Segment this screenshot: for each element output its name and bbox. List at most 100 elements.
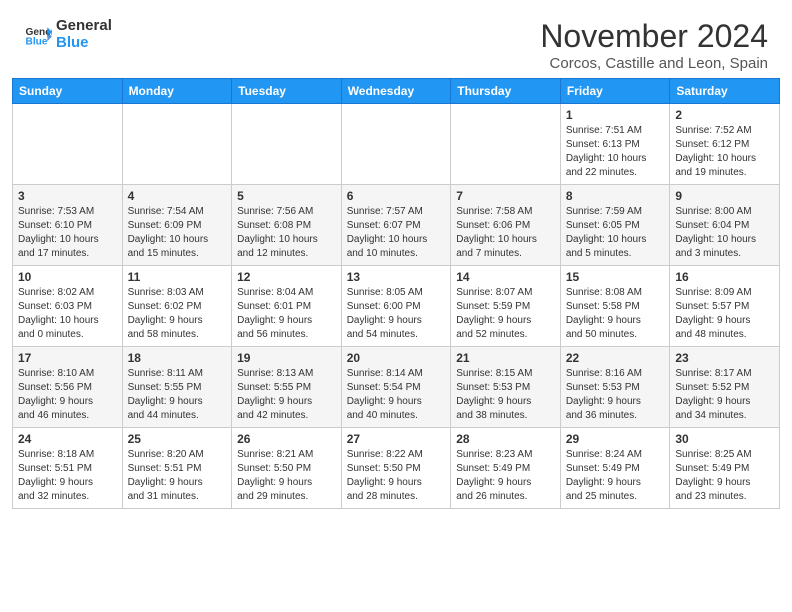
calendar-cell: 28 Sunrise: 8:23 AM Sunset: 5:49 PM Dayli… <box>451 428 561 509</box>
day-info: Sunrise: 8:16 AM Sunset: 5:53 PM Dayligh… <box>566 367 665 423</box>
day-info: Sunrise: 8:10 AM Sunset: 5:56 PM Dayligh… <box>18 367 117 423</box>
calendar-cell <box>341 104 451 185</box>
calendar-cell <box>13 104 123 185</box>
weekday-header-friday: Friday <box>560 79 670 104</box>
logo-icon: General Blue <box>24 21 52 49</box>
logo-general: General <box>56 18 112 35</box>
calendar-cell: 29 Sunrise: 8:24 AM Sunset: 5:49 PM Dayli… <box>560 428 670 509</box>
day-info: Sunrise: 8:13 AM Sunset: 5:55 PM Dayligh… <box>237 367 336 423</box>
day-number: 9 <box>675 189 774 203</box>
calendar-cell: 6 Sunrise: 7:57 AM Sunset: 6:07 PM Daylig… <box>341 185 451 266</box>
calendar-cell: 24Sunrise: 8:18 AM Sunset: 5:51 PM Dayli… <box>13 428 123 509</box>
day-number: 16 <box>675 270 774 284</box>
calendar-cell: 10 Sunrise: 8:02 AM Sunset: 6:03 PM Dayli… <box>13 266 123 347</box>
weekday-header-saturday: Saturday <box>670 79 780 104</box>
day-number: 25 <box>128 432 227 446</box>
day-number: 28 <box>456 432 555 446</box>
calendar-cell: 8 Sunrise: 7:59 AM Sunset: 6:05 PM Daylig… <box>560 185 670 266</box>
calendar-cell: 2Sunrise: 7:52 AM Sunset: 6:12 PM Daylig… <box>670 104 780 185</box>
calendar-cell: 25 Sunrise: 8:20 AM Sunset: 5:51 PM Dayli… <box>122 428 232 509</box>
day-info: Sunrise: 8:23 AM Sunset: 5:49 PM Dayligh… <box>456 448 555 504</box>
calendar-cell: 9 Sunrise: 8:00 AM Sunset: 6:04 PM Daylig… <box>670 185 780 266</box>
week-row-3: 10 Sunrise: 8:02 AM Sunset: 6:03 PM Dayli… <box>13 266 780 347</box>
calendar-cell: 22 Sunrise: 8:16 AM Sunset: 5:53 PM Dayli… <box>560 347 670 428</box>
day-number: 30 <box>675 432 774 446</box>
calendar-cell: 12 Sunrise: 8:04 AM Sunset: 6:01 PM Dayli… <box>232 266 342 347</box>
calendar-cell: 26 Sunrise: 8:21 AM Sunset: 5:50 PM Dayli… <box>232 428 342 509</box>
day-number: 13 <box>347 270 446 284</box>
day-info: Sunrise: 7:58 AM Sunset: 6:06 PM Dayligh… <box>456 205 555 261</box>
day-number: 14 <box>456 270 555 284</box>
day-info: Sunrise: 7:59 AM Sunset: 6:05 PM Dayligh… <box>566 205 665 261</box>
week-row-5: 24Sunrise: 8:18 AM Sunset: 5:51 PM Dayli… <box>13 428 780 509</box>
weekday-header-wednesday: Wednesday <box>341 79 451 104</box>
day-info: Sunrise: 8:02 AM Sunset: 6:03 PM Dayligh… <box>18 286 117 342</box>
week-row-4: 17 Sunrise: 8:10 AM Sunset: 5:56 PM Dayli… <box>13 347 780 428</box>
day-number: 29 <box>566 432 665 446</box>
weekday-header-tuesday: Tuesday <box>232 79 342 104</box>
title-block: November 2024 Corcos, Castille and Leon,… <box>540 18 768 72</box>
calendar-cell: 18Sunrise: 8:11 AM Sunset: 5:55 PM Dayli… <box>122 347 232 428</box>
day-info: Sunrise: 7:54 AM Sunset: 6:09 PM Dayligh… <box>128 205 227 261</box>
day-number: 5 <box>237 189 336 203</box>
calendar-cell: 30Sunrise: 8:25 AM Sunset: 5:49 PM Dayli… <box>670 428 780 509</box>
calendar-cell: 13 Sunrise: 8:05 AM Sunset: 6:00 PM Dayli… <box>341 266 451 347</box>
calendar-cell: 4 Sunrise: 7:54 AM Sunset: 6:09 PM Daylig… <box>122 185 232 266</box>
day-number: 26 <box>237 432 336 446</box>
day-info: Sunrise: 8:00 AM Sunset: 6:04 PM Dayligh… <box>675 205 774 261</box>
logo-blue: Blue <box>56 35 112 52</box>
day-info: Sunrise: 8:11 AM Sunset: 5:55 PM Dayligh… <box>128 367 227 423</box>
day-info: Sunrise: 8:22 AM Sunset: 5:50 PM Dayligh… <box>347 448 446 504</box>
day-info: Sunrise: 8:21 AM Sunset: 5:50 PM Dayligh… <box>237 448 336 504</box>
week-row-2: 3 Sunrise: 7:53 AM Sunset: 6:10 PM Daylig… <box>13 185 780 266</box>
day-info: Sunrise: 8:04 AM Sunset: 6:01 PM Dayligh… <box>237 286 336 342</box>
day-number: 1 <box>566 108 665 122</box>
calendar-cell: 21 Sunrise: 8:15 AM Sunset: 5:53 PM Dayli… <box>451 347 561 428</box>
day-number: 6 <box>347 189 446 203</box>
day-info: Sunrise: 8:24 AM Sunset: 5:49 PM Dayligh… <box>566 448 665 504</box>
day-number: 8 <box>566 189 665 203</box>
calendar-cell: 11Sunrise: 8:03 AM Sunset: 6:02 PM Dayli… <box>122 266 232 347</box>
day-info: Sunrise: 8:09 AM Sunset: 5:57 PM Dayligh… <box>675 286 774 342</box>
calendar-cell: 5 Sunrise: 7:56 AM Sunset: 6:08 PM Daylig… <box>232 185 342 266</box>
day-info: Sunrise: 8:05 AM Sunset: 6:00 PM Dayligh… <box>347 286 446 342</box>
weekday-header-sunday: Sunday <box>13 79 123 104</box>
day-info: Sunrise: 7:57 AM Sunset: 6:07 PM Dayligh… <box>347 205 446 261</box>
calendar-cell <box>232 104 342 185</box>
day-number: 22 <box>566 351 665 365</box>
weekday-header-row: SundayMondayTuesdayWednesdayThursdayFrid… <box>13 79 780 104</box>
day-info: Sunrise: 8:14 AM Sunset: 5:54 PM Dayligh… <box>347 367 446 423</box>
calendar-cell: 7Sunrise: 7:58 AM Sunset: 6:06 PM Daylig… <box>451 185 561 266</box>
calendar-cell: 19 Sunrise: 8:13 AM Sunset: 5:55 PM Dayli… <box>232 347 342 428</box>
calendar-cell: 23Sunrise: 8:17 AM Sunset: 5:52 PM Dayli… <box>670 347 780 428</box>
day-info: Sunrise: 7:52 AM Sunset: 6:12 PM Dayligh… <box>675 124 774 180</box>
day-number: 12 <box>237 270 336 284</box>
calendar-cell: 3 Sunrise: 7:53 AM Sunset: 6:10 PM Daylig… <box>13 185 123 266</box>
weekday-header-thursday: Thursday <box>451 79 561 104</box>
day-number: 27 <box>347 432 446 446</box>
day-number: 19 <box>237 351 336 365</box>
day-number: 3 <box>18 189 117 203</box>
day-number: 10 <box>18 270 117 284</box>
calendar-cell: 16 Sunrise: 8:09 AM Sunset: 5:57 PM Dayli… <box>670 266 780 347</box>
calendar: SundayMondayTuesdayWednesdayThursdayFrid… <box>12 78 780 509</box>
day-info: Sunrise: 8:03 AM Sunset: 6:02 PM Dayligh… <box>128 286 227 342</box>
day-number: 23 <box>675 351 774 365</box>
day-number: 21 <box>456 351 555 365</box>
month-title: November 2024 <box>540 18 768 55</box>
day-info: Sunrise: 8:20 AM Sunset: 5:51 PM Dayligh… <box>128 448 227 504</box>
calendar-cell: 20Sunrise: 8:14 AM Sunset: 5:54 PM Dayli… <box>341 347 451 428</box>
day-info: Sunrise: 8:15 AM Sunset: 5:53 PM Dayligh… <box>456 367 555 423</box>
calendar-cell: 17 Sunrise: 8:10 AM Sunset: 5:56 PM Dayli… <box>13 347 123 428</box>
day-info: Sunrise: 8:07 AM Sunset: 5:59 PM Dayligh… <box>456 286 555 342</box>
day-info: Sunrise: 7:56 AM Sunset: 6:08 PM Dayligh… <box>237 205 336 261</box>
day-info: Sunrise: 8:18 AM Sunset: 5:51 PM Dayligh… <box>18 448 117 504</box>
svg-text:Blue: Blue <box>26 36 48 47</box>
day-number: 17 <box>18 351 117 365</box>
day-info: Sunrise: 7:53 AM Sunset: 6:10 PM Dayligh… <box>18 205 117 261</box>
calendar-cell <box>451 104 561 185</box>
page-header: General Blue General Blue November 2024 … <box>0 0 792 78</box>
day-number: 4 <box>128 189 227 203</box>
logo: General Blue General Blue <box>24 18 112 51</box>
day-info: Sunrise: 7:51 AM Sunset: 6:13 PM Dayligh… <box>566 124 665 180</box>
